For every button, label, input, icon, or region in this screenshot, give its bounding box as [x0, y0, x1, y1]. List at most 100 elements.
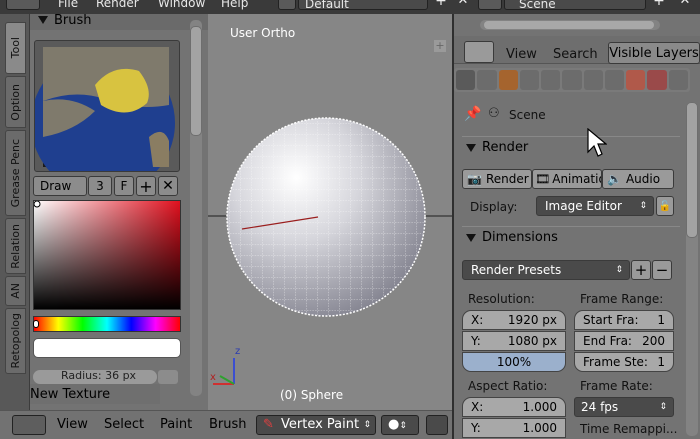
tab-retopology[interactable]: Retopolog: [5, 308, 26, 374]
render-audio-button[interactable]: 🔈 Audio: [602, 169, 674, 189]
render-presets-dropdown[interactable]: Render Presets ⇕: [462, 260, 630, 280]
res-x-value: 1920 px: [507, 313, 557, 327]
tab-visible-layers[interactable]: Visible Layers: [608, 42, 700, 64]
menu-file[interactable]: File: [58, 0, 78, 10]
toolshelf-scrollbar[interactable]: [190, 20, 202, 396]
material-context-icon[interactable]: [626, 70, 646, 90]
aspect-y-field[interactable]: Y: 1.000: [462, 418, 566, 438]
add-preset-button[interactable]: +: [631, 260, 651, 280]
object-context-icon[interactable]: [541, 70, 561, 90]
hue-slider-handle[interactable]: [33, 320, 39, 328]
render-icon: 📷: [467, 172, 482, 186]
mode-selector[interactable]: ✎ Vertex Paint ⇕: [256, 415, 376, 435]
hue-slider[interactable]: [33, 316, 181, 332]
render-button[interactable]: 📷 Render: [462, 169, 532, 189]
tab-grease-pencil[interactable]: Grease Penc: [5, 130, 26, 216]
color-cursor-icon: [34, 201, 41, 208]
modifiers-context-icon[interactable]: [583, 70, 603, 90]
frame-rate-label: Frame Rate:: [580, 379, 653, 393]
y-axis-line: [219, 375, 235, 385]
data-context-icon[interactable]: [604, 70, 625, 90]
render-context-icon[interactable]: [456, 70, 476, 90]
render-animation-button[interactable]: 🎞 Animatio: [532, 169, 602, 189]
scene-context-icon[interactable]: [498, 70, 518, 90]
outliner-scroll-thumb[interactable]: [484, 21, 654, 29]
tab-relation[interactable]: Relation: [5, 218, 26, 274]
add-scene-icon[interactable]: +: [650, 0, 668, 10]
frame-step-field[interactable]: Frame Ste: 1: [574, 352, 674, 372]
remove-screen-icon[interactable]: ✕: [454, 0, 472, 10]
brush-users-count[interactable]: 3: [88, 176, 112, 196]
properties-scroll-thumb[interactable]: [686, 102, 698, 238]
frame-end-field[interactable]: End Fra: 200: [574, 331, 674, 351]
tab-option[interactable]: Option: [5, 76, 26, 128]
editor-type-icon[interactable]: [464, 41, 494, 63]
menu-help[interactable]: Help: [221, 0, 248, 10]
radius-field[interactable]: Radius: 36 px: [33, 370, 157, 384]
dimensions-section-header[interactable]: Dimensions: [462, 226, 680, 248]
3d-viewport[interactable]: User Ortho + z x (0) Sphere: [208, 14, 452, 410]
frame-rate-dropdown[interactable]: 24 fps ⇕: [574, 397, 674, 417]
menu-window[interactable]: Window: [158, 0, 205, 10]
fake-user-button[interactable]: F: [114, 176, 134, 196]
aspect-y-label: Y:: [471, 421, 481, 435]
screen-layout-icon[interactable]: [278, 0, 296, 10]
editor-type-icon[interactable]: [12, 415, 46, 435]
aspect-y-value: 1.000: [522, 421, 557, 435]
dimensions-section-title: Dimensions: [482, 230, 558, 245]
brush-preview[interactable]: [34, 40, 180, 172]
constraints-context-icon[interactable]: [562, 70, 582, 90]
brush-panel-header[interactable]: Brush: [30, 14, 208, 30]
aspect-x-field[interactable]: X: 1.000: [462, 397, 566, 417]
axis-x-label: x: [210, 372, 216, 383]
menu-select[interactable]: Select: [104, 417, 144, 432]
world-context-icon[interactable]: [519, 70, 540, 90]
layer-toggle-icon[interactable]: [426, 415, 448, 435]
res-y-label: Y:: [471, 334, 481, 348]
radius-pressure-icon[interactable]: [158, 370, 178, 384]
properties-scrollbar[interactable]: [686, 102, 698, 436]
frame-end-value: 200: [642, 334, 665, 348]
color-picker-square[interactable]: [33, 200, 181, 310]
menu-brush[interactable]: Brush: [209, 417, 247, 432]
axis-z-label: z: [235, 346, 241, 357]
toolshelf-scroll-thumb[interactable]: [190, 26, 202, 136]
screen-layout-field[interactable]: Default: [298, 0, 428, 11]
outliner-scrollbar[interactable]: [480, 20, 660, 30]
render-layers-icon[interactable]: [477, 70, 497, 90]
remove-preset-button[interactable]: −: [652, 260, 672, 280]
object-label: (0) Sphere: [280, 388, 344, 402]
brush-name-field[interactable]: Draw: [33, 176, 87, 196]
resolution-percent-field[interactable]: 100%: [462, 352, 566, 372]
display-dropdown[interactable]: Image Editor ⇕: [536, 196, 654, 216]
scene-icon[interactable]: [478, 0, 502, 10]
info-editor-icon[interactable]: [6, 0, 40, 10]
remove-brush-icon[interactable]: ✕: [158, 176, 178, 196]
texture-context-icon[interactable]: [647, 70, 667, 90]
viewport-shading-selector[interactable]: ●⇕: [381, 415, 419, 435]
res-x-label: X:: [471, 313, 484, 327]
menu-view[interactable]: View: [57, 417, 88, 432]
tab-search[interactable]: Search: [553, 47, 598, 62]
tab-an[interactable]: AN: [5, 276, 26, 306]
resolution-y-field[interactable]: Y: 1080 px: [462, 331, 566, 351]
frame-start-field[interactable]: Start Fra: 1: [574, 310, 674, 330]
color-swatch[interactable]: [33, 338, 181, 358]
new-texture-panel-header[interactable]: New Texture: [30, 384, 160, 404]
frame-step-label: Frame Ste:: [583, 355, 648, 369]
add-screen-icon[interactable]: +: [432, 0, 450, 10]
collapse-triangle-icon: [466, 143, 476, 152]
particles-context-icon[interactable]: [668, 70, 688, 90]
remove-scene-icon[interactable]: ✕: [676, 0, 694, 10]
resolution-x-field[interactable]: X: 1920 px: [462, 310, 566, 330]
lock-interface-icon[interactable]: 🔓: [656, 196, 674, 216]
tab-view[interactable]: View: [506, 47, 537, 62]
menu-paint[interactable]: Paint: [160, 417, 192, 432]
add-brush-icon[interactable]: +: [136, 176, 156, 196]
scene-field[interactable]: Scene: [504, 0, 646, 11]
menu-render[interactable]: Render: [96, 0, 139, 10]
pin-icon[interactable]: 📌: [464, 106, 481, 122]
render-section-header[interactable]: Render: [462, 136, 680, 158]
dropdown-arrows-icon: ⇕: [363, 420, 371, 430]
tab-tool[interactable]: Tool: [5, 22, 26, 74]
